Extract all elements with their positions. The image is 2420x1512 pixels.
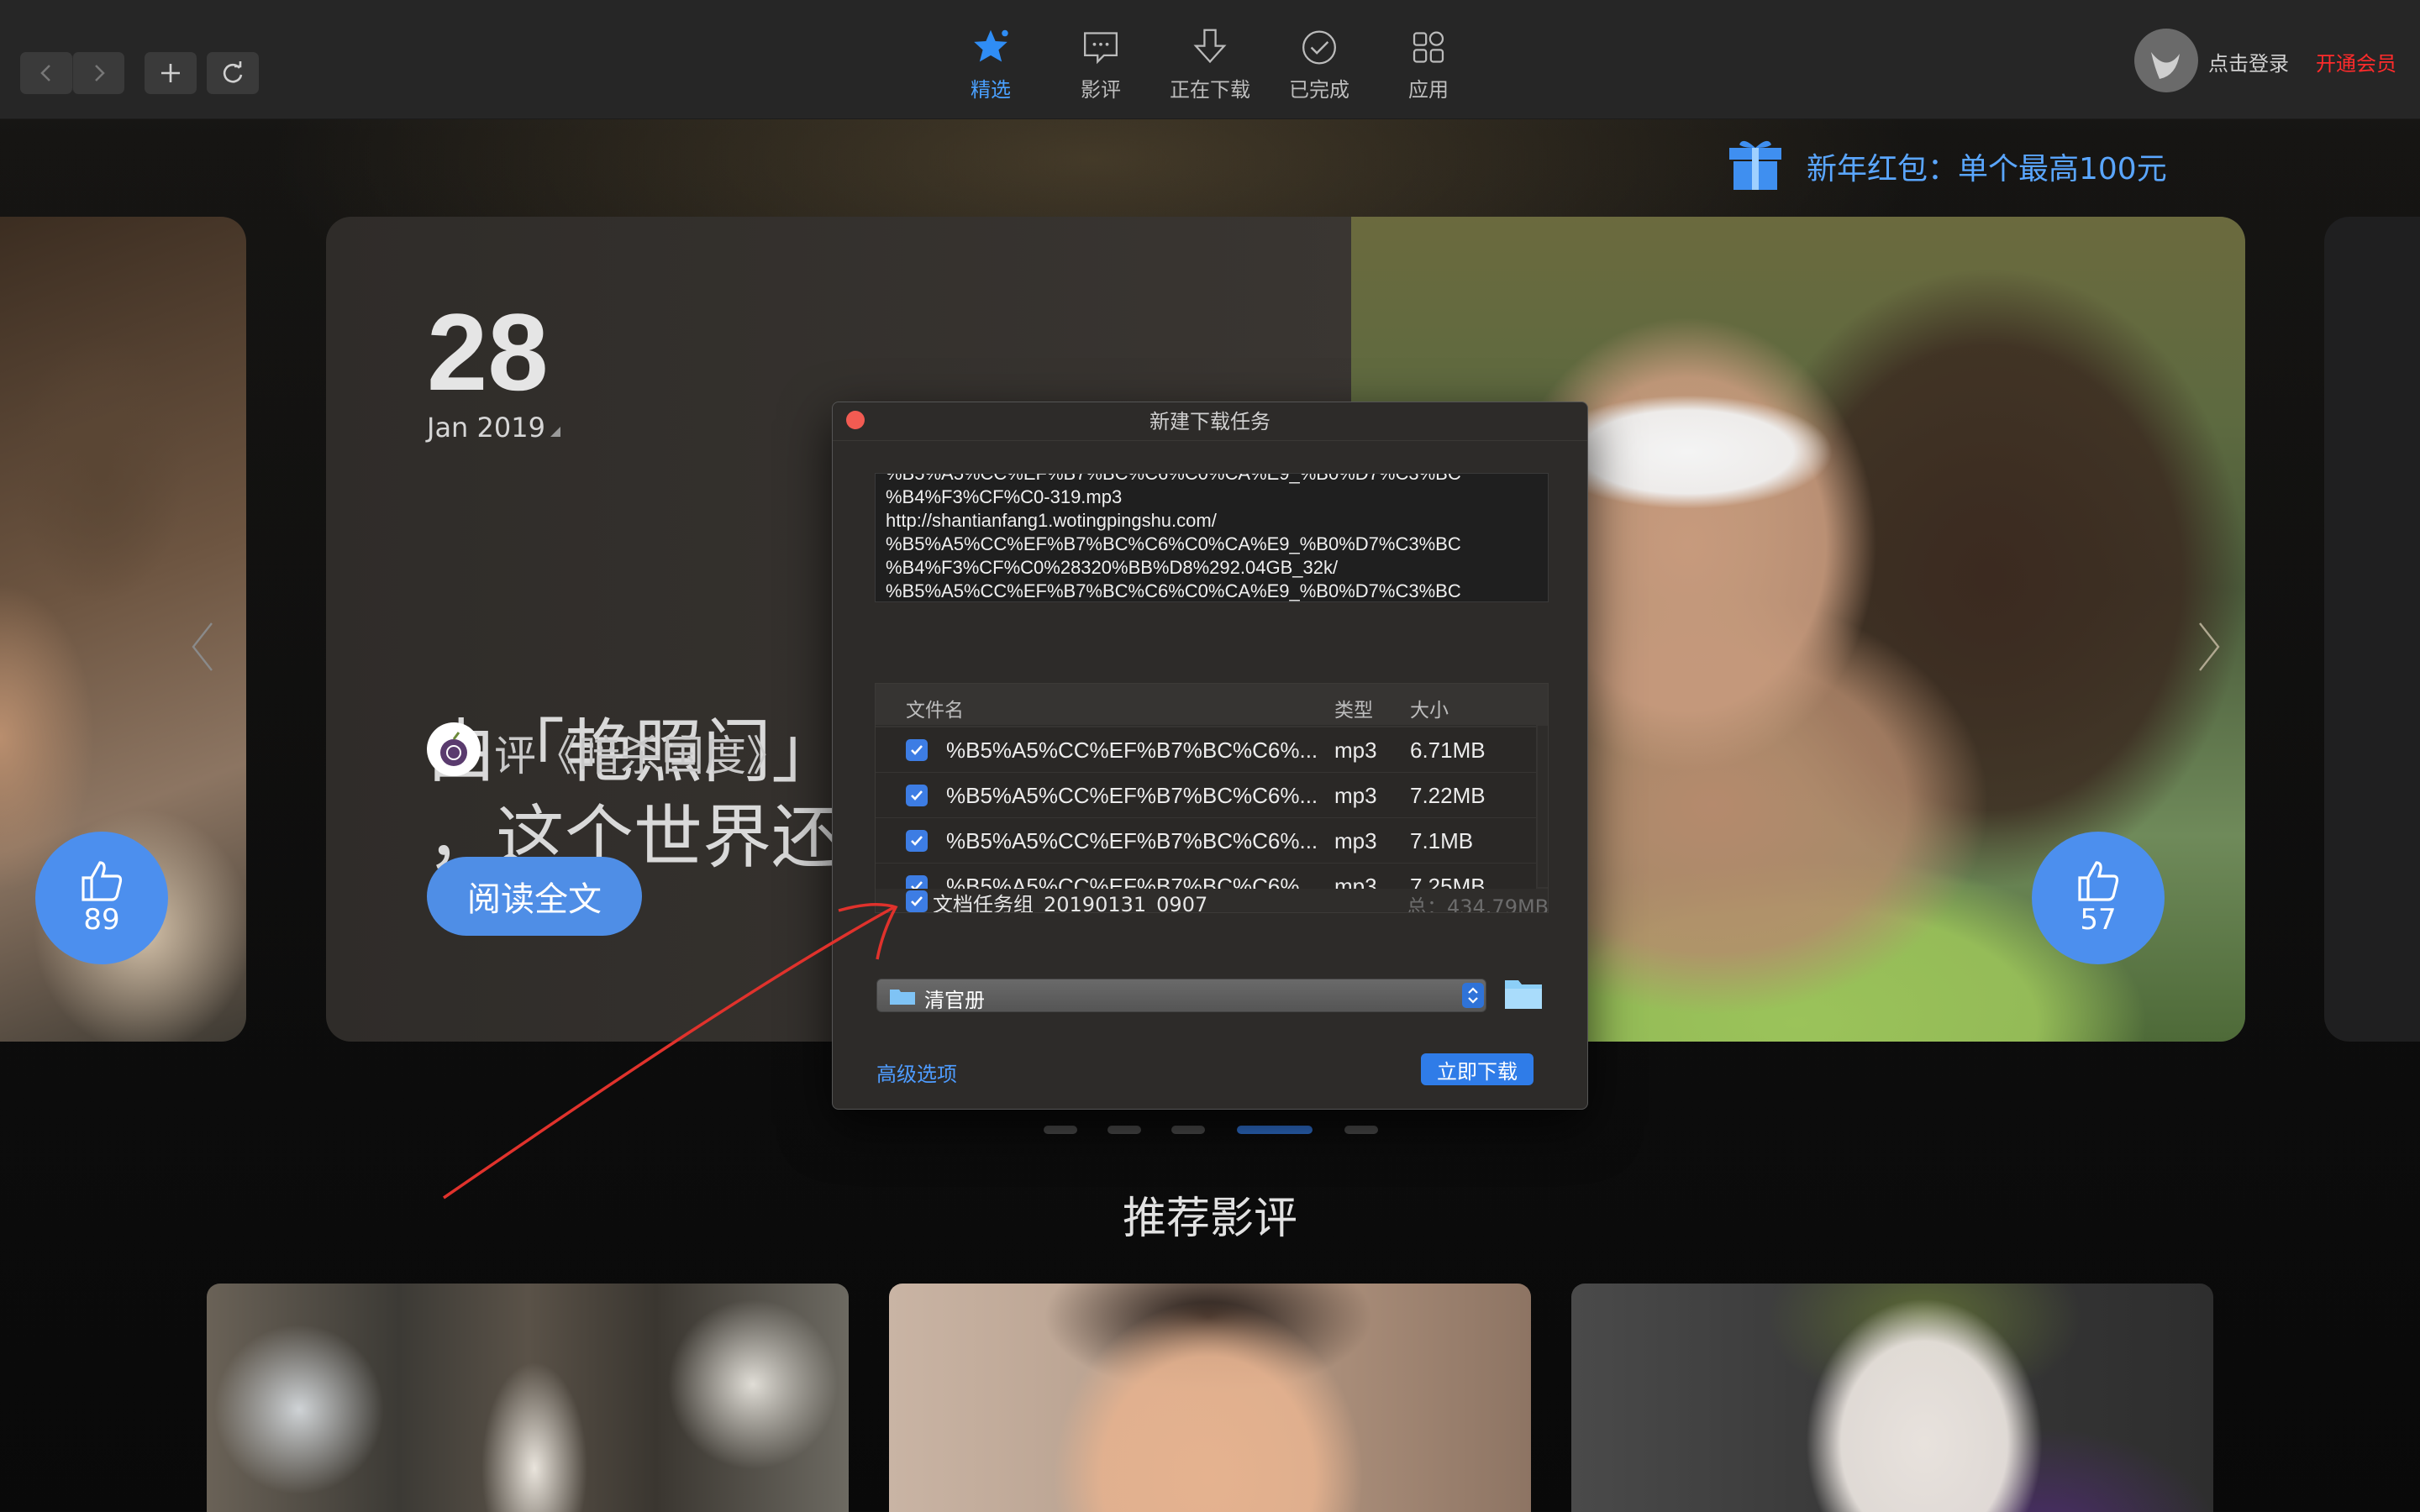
plum-icon (440, 732, 467, 766)
review-card[interactable] (207, 1284, 849, 1512)
table-header: 文件名 类型 大小 (876, 684, 1536, 726)
nav-completed[interactable]: 已完成 (1273, 27, 1365, 102)
check-icon (911, 790, 923, 801)
nav-label: 正在下载 (1170, 78, 1250, 102)
group-checkbox[interactable] (906, 890, 928, 912)
table-scrollbar[interactable] (1538, 726, 1548, 887)
table-row[interactable]: %B5%A5%CC%EF%B7%BC%C6%... mp3 7.22MB (876, 773, 1536, 817)
bird-icon (2151, 52, 2180, 79)
updown-icon (1468, 987, 1478, 1004)
select-arrows-icon (1462, 983, 1484, 1008)
carousel-next-card[interactable] (2324, 217, 2420, 1042)
download-now-button[interactable]: 立即下载 (1421, 1053, 1534, 1085)
dialog-title: 新建下载任务 (833, 402, 1587, 441)
file-name: %B5%A5%CC%EF%B7%BC%C6%... (946, 738, 1318, 763)
review-card[interactable] (1571, 1284, 2213, 1512)
carousel-next-arrow-icon[interactable] (2196, 622, 2222, 672)
row-checkbox[interactable] (906, 739, 928, 761)
file-name: %B5%A5%CC%EF%B7%BC%C6%... (946, 783, 1318, 808)
file-name: %B5%A5%CC%EF%B7%BC%C6%... (946, 828, 1318, 853)
gift-icon[interactable] (1726, 136, 1785, 192)
like-badge-left[interactable]: 89 (35, 832, 168, 964)
nav-label: 精选 (971, 78, 1011, 102)
carousel-dot[interactable] (1344, 1126, 1378, 1134)
date-month-year: Jan 2019 (427, 412, 560, 444)
carousel-dot[interactable] (1171, 1126, 1205, 1134)
row-checkbox[interactable] (906, 830, 928, 852)
back-button[interactable] (20, 52, 72, 94)
advanced-options-link[interactable]: 高级选项 (876, 1058, 957, 1087)
month-year-text: Jan 2019 (427, 412, 545, 444)
file-type: mp3 (1334, 783, 1377, 808)
section-title: 推荐影评 (1122, 1194, 1297, 1244)
corner-triangle-icon (550, 427, 560, 437)
file-table: 文件名 类型 大小 %B5%A5%CC%EF%B7%BC%C6%... mp3 … (875, 683, 1549, 913)
table-row[interactable]: %B5%A5%CC%EF%B7%BC%C6%... mp3 7.1MB (876, 818, 1536, 863)
check-circle-icon (1302, 30, 1336, 65)
new-tab-button[interactable] (145, 52, 197, 94)
file-type: mp3 (1334, 738, 1377, 763)
file-type: mp3 (1334, 828, 1377, 853)
column-header-type[interactable]: 类型 (1334, 694, 1373, 722)
close-button[interactable] (846, 411, 865, 429)
refresh-button[interactable] (207, 52, 259, 94)
row-checkbox[interactable] (906, 785, 928, 806)
carousel-prev-arrow-icon[interactable] (190, 622, 215, 672)
login-link[interactable]: 点击登录 (2208, 47, 2289, 76)
promo-banner-text[interactable]: 新年红包：单个最高100元 (1807, 144, 2167, 188)
column-header-size[interactable]: 大小 (1410, 694, 1449, 722)
like-count: 89 (83, 903, 120, 937)
nav-label: 已完成 (1289, 78, 1349, 102)
download-icon (1193, 29, 1227, 64)
carousel-dot[interactable] (1044, 1126, 1077, 1134)
movie-thumb-icon (427, 722, 481, 776)
folder-name: 清官册 (924, 989, 985, 1012)
task-group-total: 总：434.79MB (1407, 895, 1549, 913)
browse-folder-icon[interactable] (1503, 977, 1544, 1011)
movie-reference: 评《暗杀国度》 (494, 732, 788, 780)
nav-reviews[interactable]: 影评 (1055, 27, 1147, 102)
carousel-dot-active[interactable] (1237, 1126, 1313, 1134)
url-text[interactable]: %B5%A5%CC%EF%B7%BC%C6%C0%CA%E9_%B0%D7%C3… (886, 474, 1538, 601)
review-card[interactable] (889, 1284, 1531, 1512)
nav-apps[interactable]: 应用 (1382, 27, 1475, 102)
check-icon (911, 896, 923, 906)
forward-button[interactable] (72, 52, 124, 94)
nav-downloading[interactable]: 正在下载 (1164, 27, 1256, 102)
thumbs-up-icon (2078, 861, 2119, 901)
task-group-row[interactable]: 文档任务组_20190131_0907 总：434.79MB (876, 889, 1549, 913)
check-icon (911, 745, 923, 755)
avatar[interactable] (2134, 29, 2198, 92)
file-size: 7.1MB (1410, 828, 1474, 853)
file-size: 7.22MB (1410, 783, 1486, 808)
file-size: 6.71MB (1410, 738, 1486, 763)
table-row[interactable]: %B5%A5%CC%EF%B7%BC%C6%... mp3 6.71MB (876, 727, 1536, 772)
url-textarea[interactable]: %B5%A5%CC%EF%B7%BC%C6%C0%CA%E9_%B0%D7%C3… (875, 473, 1549, 602)
vip-link[interactable]: 开通会员 (2316, 47, 2396, 76)
like-badge-right[interactable]: 57 (2032, 832, 2165, 964)
new-download-dialog: 新建下载任务 %B5%A5%CC%EF%B7%BC%C6%C0%CA%E9_%B… (832, 402, 1588, 1110)
like-count: 57 (2080, 903, 2117, 937)
top-bar: 精选 影评 正在下载 已完成 应用 点击登录 开通会员 (0, 0, 2420, 119)
nav-label: 影评 (1081, 78, 1121, 102)
star-icon (974, 29, 1008, 62)
thumbs-up-icon (82, 861, 123, 901)
comment-icon (1084, 32, 1118, 65)
folder-small-icon (890, 990, 915, 1005)
plus-icon (161, 64, 180, 82)
task-group-name: 文档任务组_20190131_0907 (933, 893, 1208, 913)
carousel-dot[interactable] (1107, 1126, 1141, 1134)
nav-label: 应用 (1408, 78, 1449, 102)
check-icon (911, 836, 923, 846)
save-folder-select[interactable]: 清官册 (876, 979, 1486, 1012)
column-header-name[interactable]: 文件名 (906, 694, 964, 722)
date-day: 28 (427, 291, 549, 413)
read-full-button[interactable]: 阅读全文 (427, 857, 642, 936)
refresh-icon (223, 61, 243, 83)
nav-featured[interactable]: 精选 (944, 27, 1037, 102)
apps-icon (1413, 31, 1444, 63)
chevron-left-icon (40, 65, 50, 81)
chevron-right-icon (94, 65, 105, 81)
